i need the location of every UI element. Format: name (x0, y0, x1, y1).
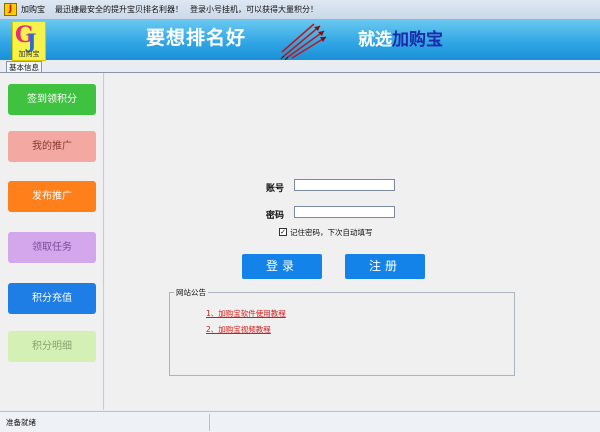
my-promotion-button[interactable]: 我的推广 (8, 131, 96, 162)
login-button[interactable]: 登录 (242, 254, 322, 279)
sidebar: 签到领积分 我的推广 发布推广 领取任务 积分充值 积分明细 (0, 73, 104, 410)
slogan-right: 就选加购宝 (358, 25, 443, 50)
window-title: 加购宝 (21, 5, 45, 14)
account-input[interactable] (294, 179, 395, 191)
app-logo: G J 加购宝 (12, 21, 46, 61)
notice-title: 网站公告 (174, 287, 208, 298)
points-detail-button[interactable]: 积分明细 (8, 331, 96, 362)
get-task-button[interactable]: 领取任务 (8, 232, 96, 263)
password-label: 密码 (266, 211, 285, 221)
app-icon: J (4, 3, 17, 16)
points-recharge-button[interactable]: 积分充值 (8, 283, 96, 314)
notice-link-video[interactable]: 2、加购宝视频教程 (206, 324, 271, 335)
status-text: 准备就绪 (6, 418, 36, 427)
banner: 要想排名好 就选加购宝 (0, 20, 600, 60)
slogan-left: 要想排名好 (146, 27, 247, 49)
publish-promotion-button[interactable]: 发布推广 (8, 181, 96, 212)
remember-password-checkbox[interactable]: ✓ (279, 228, 287, 236)
register-button[interactable]: 注册 (345, 254, 425, 279)
notice-link-tutorial[interactable]: 1、加购宝软件使用教程 (206, 308, 286, 319)
status-bar: 准备就绪 (0, 411, 600, 432)
title-promo: 登录小号挂机，可以获得大量积分！ (190, 5, 318, 14)
arrows-icon (280, 23, 327, 60)
sign-in-points-button[interactable]: 签到领积分 (8, 84, 96, 115)
account-label: 账号 (266, 184, 285, 194)
slogan-brand: 加购宝 (392, 30, 443, 50)
password-input[interactable] (294, 206, 395, 218)
slogan-right-prefix: 就选 (358, 30, 392, 50)
title-bar: J 加购宝 最迅捷最安全的提升宝贝排名利器！ 登录小号挂机，可以获得大量积分！ (0, 0, 600, 20)
title-tagline: 最迅捷最安全的提升宝贝排名利器！ (55, 5, 183, 14)
status-divider (209, 414, 210, 431)
logo-caption: 加购宝 (18, 50, 40, 58)
remember-password-label: 记住密码，下次自动填写 (290, 228, 373, 237)
